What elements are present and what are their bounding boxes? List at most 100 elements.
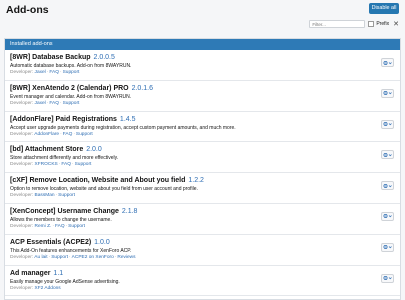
prefix-checkbox[interactable] [368,21,375,27]
addon-version: 2.0.0 [86,146,102,154]
addon-link[interactable]: Support [58,193,75,198]
separator: · [55,193,58,199]
addon-developer-line: Developer: AddonFlare·FAQ·Support [10,132,395,137]
addon-actions-button[interactable] [381,242,394,252]
close-icon[interactable]: ✕ [393,21,399,28]
gear-icon [383,152,392,158]
addon-title[interactable]: ACP Essentials (ACPE2) 1.0.0 [10,239,395,246]
addon-developer-line: Developer: Jaxel·FAQ·Support [10,101,395,106]
addon-name: [8WR] Database Backup [10,54,91,61]
filter-input[interactable] [309,20,366,28]
addon-title[interactable]: [AddonFlare] Paid Registrations 1.4.5 [10,116,395,123]
addon-title[interactable]: [XenConcept] Username Change 2.1.8 [10,208,395,215]
addon-link[interactable]: Support [76,132,93,137]
addon-actions-button[interactable] [381,181,394,191]
addon-link[interactable]: FAQ [61,162,71,167]
page-header: Add-ons Disable all [0,0,405,18]
addon-actions-button[interactable] [381,58,394,67]
addon-link[interactable]: Support [68,224,85,229]
developer-label: Developer: [10,162,34,168]
developer-link[interactable]: Remi Z. [35,224,52,229]
developer-link[interactable]: BassMan [35,193,55,198]
gear-icon [383,90,392,96]
addon-row: [XenConcept] Username Change 2.1.8 Allows… [5,204,400,235]
addon-title[interactable]: Ad manager 1.1 [10,270,395,277]
separator: · [59,100,62,106]
addon-name: ACP Essentials (ACPE2) [10,238,92,246]
addon-title[interactable]: [8WR] XenAtendo 2 (Calendar) PRO 2.0.1.6 [10,85,395,92]
addon-description: Easily manage your Google AdSense advert… [10,278,120,285]
addon-row: [AddonFlare] Paid Registrations 1.4.5 Acc… [5,112,400,143]
addon-actions-button[interactable] [381,119,394,129]
addon-row: Ad manager 1.1 Easily manage your Google … [5,266,400,297]
addon-link[interactable]: Reviews [117,255,135,260]
addon-title[interactable]: [8WR] Database Backup 2.0.0.5 [10,54,395,61]
gear-icon [383,213,392,219]
separator: · [69,254,71,260]
addon-actions-button[interactable] [381,211,394,221]
addon-description: Option to remove location, website and a… [10,186,198,193]
separator: · [48,254,51,260]
addon-version: 2.1.8 [121,207,138,215]
addon-row: [bd] Attachment Store 2.0.0 Store attachm… [5,142,400,174]
separator: · [73,131,75,137]
addon-title[interactable]: [bd] Attachment Store 2.0.0 [10,146,395,153]
filter-bar: Prefix ✕ [309,20,399,28]
addon-name: [bd] Attachment Store [10,146,84,154]
addon-link[interactable]: FAQ [49,101,59,106]
addon-row: ACP Essentials (ACPE2) 1.0.0 This Add-On … [5,235,400,266]
gear-icon [383,121,392,127]
addon-developer-line: Developer: BassMan·Support [10,193,395,198]
addon-link[interactable]: FAQ [49,70,59,75]
prefix-toggle[interactable]: Prefix [368,21,389,27]
addon-actions-button[interactable] [381,150,394,160]
addon-description: This Add-On features enhancements for Xe… [10,247,132,254]
addon-developer-line: Developer: XFROCKS·FAQ·Support [10,162,395,167]
developer-link[interactable]: Jaxel [35,70,46,75]
gear-icon [383,183,392,189]
addon-version: 1.1 [53,269,64,277]
developer-link[interactable]: AddonFlare [34,132,59,137]
addon-description: Allows the members to change the usernam… [10,216,112,223]
separator: · [60,131,62,137]
addon-link[interactable]: Support [51,255,68,260]
addon-developer-line: Developer: Au lait·Support·ACPE2 on XenF… [10,255,395,260]
addon-description: Store attachment differently and more ef… [10,155,119,162]
developer-label: Developer: [10,131,34,137]
addon-link[interactable]: Support [63,101,80,106]
developer-label: Developer: [10,70,34,75]
addon-row: [8WR] XenAtendo 2 (Calendar) PRO 2.0.1.6… [5,81,400,112]
addon-actions-button[interactable] [381,273,394,283]
addon-link[interactable]: Support [75,162,92,167]
developer-link[interactable]: Au lait [34,255,47,260]
developer-link[interactable]: XFROCKS [35,162,58,167]
addon-link[interactable]: FAQ [55,224,65,229]
gear-icon [383,60,392,66]
addon-row: [8WR] Database Backup 2.0.0.5 Automatic d… [5,50,400,81]
page-title: Add-ons [6,4,49,16]
addon-title[interactable]: [cXF] Remove Location, Website and About… [10,177,395,184]
developer-link[interactable]: XF2 Addons [35,286,61,291]
addon-name: Ad manager [10,269,51,277]
addon-link[interactable]: Support [63,70,80,75]
developer-label: Developer: [10,100,34,106]
gear-icon [383,275,392,281]
addon-description: Event manager and calendar. Add-on from … [10,93,132,100]
addon-row: [cXF] Remove Location, Website and About… [5,173,400,204]
addon-link[interactable]: FAQ [63,132,73,137]
developer-label: Developer: [10,223,34,229]
addon-name: [8WR] XenAtendo 2 (Calendar) PRO [10,84,129,92]
addon-version: 1.4.5 [119,115,136,123]
addon-list: [8WR] Database Backup 2.0.0.5 Automatic d… [5,50,400,297]
addon-actions-button[interactable] [381,88,394,98]
separator: · [71,162,74,168]
addon-developer-line: Developer: Remi Z.·FAQ·Support [10,224,395,229]
addons-panel: Installed add-ons [8WR] Database Backup … [4,38,401,300]
separator: · [52,223,54,229]
developer-link[interactable]: Jaxel [35,101,46,106]
section-header: Installed add-ons [5,39,400,50]
separator: · [59,70,62,75]
disable-all-button[interactable]: Disable all [369,3,399,14]
addon-description: Automatic database backups. Add-on from … [10,63,132,69]
addon-link[interactable]: ACPE2 on XenForo [72,255,114,260]
